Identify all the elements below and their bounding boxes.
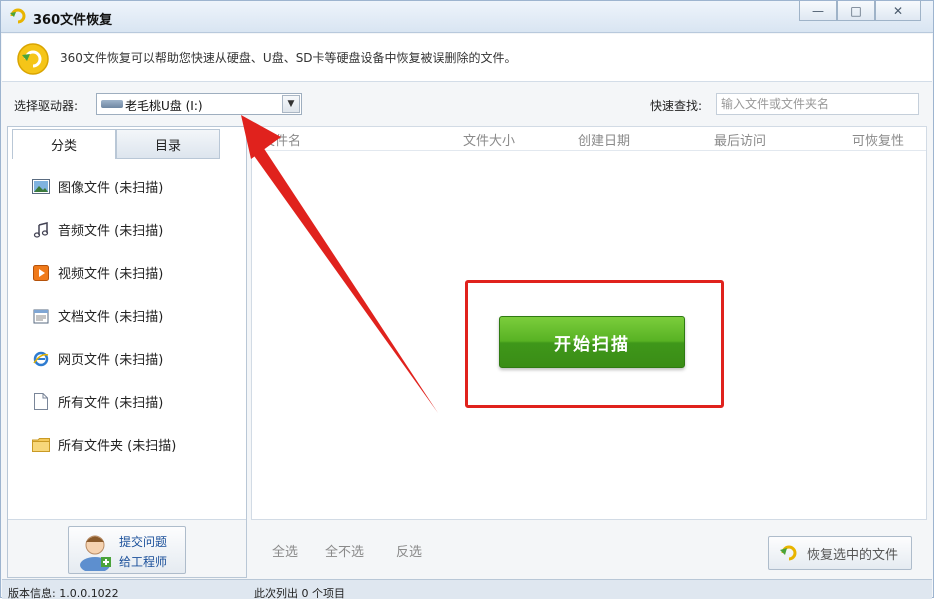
toolbar: 选择驱动器: 老毛桃U盘 (I:) ▼ 快速查找:	[2, 83, 932, 125]
info-description: 360文件恢复可以帮助您快速从硬盘、U盘、SD卡等硬盘设备中恢复被误删除的文件。	[60, 51, 517, 65]
category-label: 文档文件 (未扫描)	[58, 310, 164, 325]
usb-drive-icon	[101, 100, 123, 108]
submit-issue-button[interactable]: 提交问题 给工程师	[68, 526, 186, 574]
submit-issue-line1: 提交问题	[119, 535, 168, 549]
category-item-web[interactable]: 网页文件 (未扫描)	[8, 337, 246, 380]
column-header-row: 文件名 文件大小 创建日期 最后访问 可恢复性	[252, 127, 926, 151]
minimize-icon: —	[812, 3, 824, 18]
title-bar[interactable]: 360文件恢复 — □ ✕	[1, 1, 933, 33]
category-item-video[interactable]: 视频文件 (未扫描)	[8, 251, 246, 294]
music-icon	[32, 221, 50, 238]
ie-icon	[32, 351, 50, 367]
category-item-image[interactable]: 图像文件 (未扫描)	[8, 165, 246, 208]
column-created[interactable]: 创建日期	[578, 130, 630, 149]
category-item-all-folders[interactable]: 所有文件夹 (未扫描)	[8, 423, 246, 466]
undo-arrow-icon	[780, 545, 797, 561]
restore-selected-label: 恢复选中的文件	[807, 547, 899, 563]
restore-selected-button[interactable]: 恢复选中的文件	[768, 536, 912, 570]
search-input[interactable]	[716, 93, 919, 115]
chevron-down-icon[interactable]: ▼	[282, 95, 300, 113]
column-recoverability[interactable]: 可恢复性	[852, 130, 904, 149]
category-label: 网页文件 (未扫描)	[58, 353, 164, 368]
column-filename[interactable]: 文件名	[262, 130, 301, 149]
document-icon	[32, 308, 50, 324]
drive-label: 选择驱动器:	[14, 99, 79, 113]
category-label: 所有文件 (未扫描)	[58, 396, 164, 411]
tab-category[interactable]: 分类	[12, 129, 116, 159]
column-last-access[interactable]: 最后访问	[714, 130, 766, 149]
maximize-icon: □	[850, 3, 862, 18]
image-icon	[32, 179, 50, 195]
close-button[interactable]: ✕	[875, 1, 921, 21]
sidebar-tabs: 分类 目录	[12, 129, 248, 159]
engineer-avatar-icon	[80, 535, 111, 571]
app-logo-icon	[10, 8, 26, 24]
file-icon	[32, 393, 50, 410]
window-controls: — □ ✕	[799, 1, 921, 21]
window-title: 360文件恢复	[33, 13, 113, 28]
submit-issue-line2: 给工程师	[119, 555, 168, 569]
maximize-button[interactable]: □	[837, 1, 875, 21]
app-window: 360文件恢复 — □ ✕ 360文件恢复可以帮助您快速从硬盘、U盘、SD卡等硬…	[0, 0, 934, 600]
select-none-link[interactable]: 全不选	[325, 541, 364, 560]
item-count: 此次列出 0 个项目	[254, 587, 345, 600]
category-label: 所有文件夹 (未扫描)	[58, 439, 177, 454]
close-icon: ✕	[892, 3, 904, 18]
minimize-button[interactable]: —	[799, 1, 837, 21]
actions-bar: 全选 全不选 反选 恢复选中的文件	[251, 521, 927, 578]
folder-icon	[32, 437, 50, 453]
info-bar: 360文件恢复可以帮助您快速从硬盘、U盘、SD卡等硬盘设备中恢复被误删除的文件。	[2, 34, 932, 82]
category-item-document[interactable]: 文档文件 (未扫描)	[8, 294, 246, 337]
version-info: 版本信息: 1.0.0.1022	[8, 587, 119, 600]
category-label: 音频文件 (未扫描)	[58, 224, 164, 239]
sidebar-footer: 提交问题 给工程师	[8, 519, 246, 577]
tab-directory[interactable]: 目录	[116, 129, 220, 159]
drive-select[interactable]: 老毛桃U盘 (I:) ▼	[96, 93, 302, 115]
invert-selection-link[interactable]: 反选	[396, 541, 422, 560]
category-label: 图像文件 (未扫描)	[58, 181, 164, 196]
search-label: 快速查找:	[650, 99, 703, 113]
category-item-all-files[interactable]: 所有文件 (未扫描)	[8, 380, 246, 423]
status-bar: 版本信息: 1.0.0.1022 此次列出 0 个项目	[2, 579, 932, 600]
video-icon	[32, 264, 50, 281]
select-all-link[interactable]: 全选	[272, 541, 298, 560]
recover-logo-icon	[17, 43, 49, 75]
drive-select-value: 老毛桃U盘 (I:)	[125, 99, 203, 113]
sidebar: 分类 目录 图像文件 (未扫描) 音频文件 (未扫描) 视频文件 (未扫描) 文…	[7, 126, 247, 578]
category-list: 图像文件 (未扫描) 音频文件 (未扫描) 视频文件 (未扫描) 文档文件 (未…	[8, 165, 246, 466]
file-list-panel: 文件名 文件大小 创建日期 最后访问 可恢复性 开始扫描	[251, 126, 927, 520]
category-item-audio[interactable]: 音频文件 (未扫描)	[8, 208, 246, 251]
column-size[interactable]: 文件大小	[463, 130, 515, 149]
category-label: 视频文件 (未扫描)	[58, 267, 164, 282]
start-scan-button[interactable]: 开始扫描	[499, 316, 685, 368]
